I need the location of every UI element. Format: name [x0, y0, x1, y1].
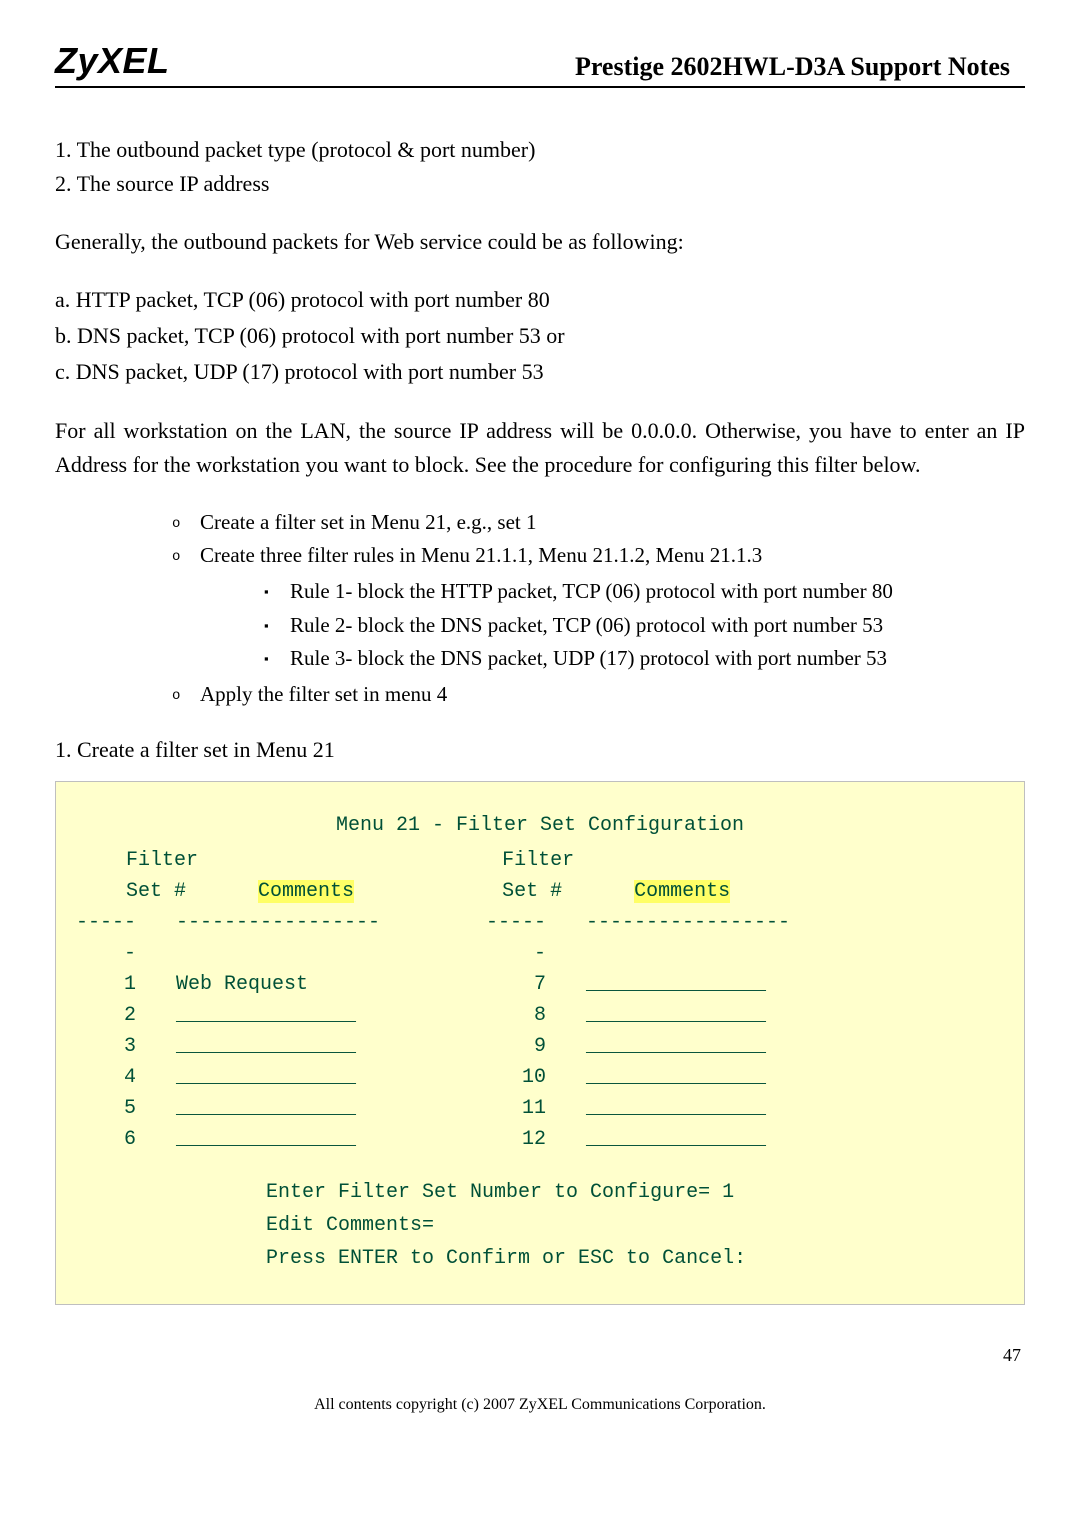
terminal-dashes: ------ ----------------- ------ --------… [66, 907, 1014, 969]
row-num-l: 6 [66, 1124, 176, 1155]
prompt-enter: Press ENTER to Confirm or ESC to Cancel: [266, 1243, 1014, 1274]
row-cmt-r: _______________ [586, 1000, 1014, 1031]
header-filter-right: Filter [502, 845, 1014, 876]
terminal-title: Menu 21 - Filter Set Configuration [66, 810, 1014, 841]
header-setcom-left: Set # Comments [66, 876, 502, 907]
prompt-edit: Edit Comments= [266, 1210, 1014, 1241]
sub-bullet-2-text: Rule 2- block the DNS packet, TCP (06) p… [290, 613, 883, 637]
table-row: 4 _______________ 10 _______________ [66, 1062, 1014, 1093]
row-num-r: 10 [476, 1062, 586, 1093]
abc-b: b. DNS packet, TCP (06) protocol with po… [55, 319, 1025, 353]
sub-bullet-3: Rule 3- block the DNS packet, UDP (17) p… [290, 642, 1025, 676]
row-num-l: 5 [66, 1093, 176, 1124]
page-number: 47 [55, 1345, 1025, 1366]
logo: ZyXEL [55, 40, 170, 82]
bullet-2: Create three filter rules in Menu 21.1.1… [200, 539, 1025, 675]
h-comments-l: Comments [258, 880, 354, 903]
row-cmt-r: _______________ [586, 1124, 1014, 1155]
row-cmt-r: _______________ [586, 969, 1014, 1000]
terminal-header-set-comments: Set # Comments Set # Comments [66, 876, 1014, 907]
row-num-r: 11 [476, 1093, 586, 1124]
dash-cmt-l: ----------------- [176, 907, 476, 969]
h-set-r: Set # [502, 880, 562, 903]
bullet-2-text: Create three filter rules in Menu 21.1.1… [200, 543, 762, 567]
table-row: 2 _______________ 8 _______________ [66, 1000, 1014, 1031]
row-cmt-l: _______________ [176, 1093, 476, 1124]
header-filter-left: Filter [66, 845, 502, 876]
bullet-3-text: Apply the filter set in menu 4 [200, 682, 447, 706]
header-setcom-right: Set # Comments [502, 876, 1014, 907]
sub-bullet-2: Rule 2- block the DNS packet, TCP (06) p… [290, 609, 1025, 643]
row-num-l: 4 [66, 1062, 176, 1093]
row-num-l: 2 [66, 1000, 176, 1031]
page-header: ZyXEL Prestige 2602HWL-D3A Support Notes [55, 40, 1025, 88]
row-num-l: 3 [66, 1031, 176, 1062]
row-cmt-l: _______________ [176, 1031, 476, 1062]
intro-line-1: 1. The outbound packet type (protocol & … [55, 133, 1025, 167]
dash-num-l: ------ [66, 907, 176, 969]
row-cmt-l: _______________ [176, 1000, 476, 1031]
terminal-header-filter: Filter Filter [66, 845, 1014, 876]
document-title: Prestige 2602HWL-D3A Support Notes [575, 52, 1025, 82]
terminal-prompts: Enter Filter Set Number to Configure= 1 … [66, 1177, 1014, 1274]
abc-list: a. HTTP packet, TCP (06) protocol with p… [55, 283, 1025, 389]
row-cmt-l: _______________ [176, 1062, 476, 1093]
bullet-list: Create a filter set in Menu 21, e.g., se… [55, 506, 1025, 712]
table-row: 5 _______________ 11 _______________ [66, 1093, 1014, 1124]
sub-bullet-1: Rule 1- block the HTTP packet, TCP (06) … [290, 575, 1025, 609]
row-num-r: 7 [476, 969, 586, 1000]
prompt-configure: Enter Filter Set Number to Configure= 1 [266, 1177, 1014, 1208]
table-row: 1 Web Request 7 _______________ [66, 969, 1014, 1000]
table-row: 6 _______________ 12 _______________ [66, 1124, 1014, 1155]
h-comments-r: Comments [634, 880, 730, 903]
section-create-filter: 1. Create a filter set in Menu 21 [55, 733, 1025, 767]
bullet-1-text: Create a filter set in Menu 21, e.g., se… [200, 510, 536, 534]
table-row: 3 _______________ 9 _______________ [66, 1031, 1014, 1062]
dash-num-r: ------ [476, 907, 586, 969]
row-cmt-l: Web Request [176, 969, 476, 1000]
row-num-r: 9 [476, 1031, 586, 1062]
terminal-screen: Menu 21 - Filter Set Configuration Filte… [55, 781, 1025, 1305]
row-cmt-r: _______________ [586, 1093, 1014, 1124]
abc-c: c. DNS packet, UDP (17) protocol with po… [55, 355, 1025, 389]
row-cmt-l: _______________ [176, 1124, 476, 1155]
numbered-intro: 1. The outbound packet type (protocol & … [55, 133, 1025, 201]
row-num-l: 1 [66, 969, 176, 1000]
abc-a: a. HTTP packet, TCP (06) protocol with p… [55, 283, 1025, 317]
body-content: 1. The outbound packet type (protocol & … [55, 133, 1025, 767]
sub-bullet-3-text: Rule 3- block the DNS packet, UDP (17) p… [290, 646, 887, 670]
paragraph-workstation: For all workstation on the LAN, the sour… [55, 414, 1025, 482]
row-num-r: 8 [476, 1000, 586, 1031]
row-cmt-r: _______________ [586, 1031, 1014, 1062]
sub-bullet-list: Rule 1- block the HTTP packet, TCP (06) … [200, 575, 1025, 676]
dash-cmt-r: ----------------- [586, 907, 1014, 969]
paragraph-generally: Generally, the outbound packets for Web … [55, 225, 1025, 259]
row-cmt-r: _______________ [586, 1062, 1014, 1093]
row-num-r: 12 [476, 1124, 586, 1155]
footer-copyright: All contents copyright (c) 2007 ZyXEL Co… [55, 1396, 1025, 1414]
intro-line-2: 2. The source IP address [55, 167, 1025, 201]
sub-bullet-1-text: Rule 1- block the HTTP packet, TCP (06) … [290, 579, 893, 603]
bullet-3: Apply the filter set in menu 4 [200, 678, 1025, 712]
h-set-l: Set # [126, 880, 186, 903]
bullet-1: Create a filter set in Menu 21, e.g., se… [200, 506, 1025, 540]
